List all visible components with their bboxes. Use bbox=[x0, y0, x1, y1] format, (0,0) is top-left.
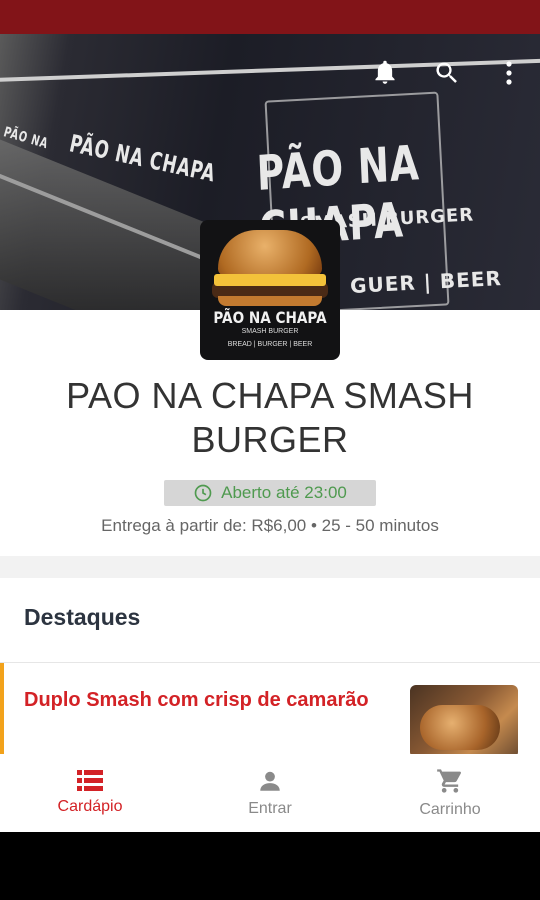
bottom-navigation: Cardápio Entrar Carrinho bbox=[0, 754, 540, 832]
logo-tagline: BREAD | BURGER | BEER bbox=[227, 341, 313, 348]
status-bar bbox=[0, 0, 540, 34]
product-card[interactable]: Duplo Smash com crisp de camarão bbox=[0, 663, 540, 763]
nav-cardapio[interactable]: Cardápio bbox=[0, 754, 180, 832]
open-status-text: Aberto até 23:00 bbox=[221, 483, 347, 502]
highlights-title: Destaques bbox=[24, 604, 141, 630]
nav-entrar[interactable]: Entrar bbox=[180, 754, 360, 832]
delivery-info: Entrega à partir de: R$6,00 • 25 - 50 mi… bbox=[101, 516, 439, 535]
product-image bbox=[410, 685, 518, 758]
bell-icon[interactable] bbox=[370, 58, 400, 88]
menu-list-icon bbox=[77, 770, 103, 791]
app-screen: PÃO NA PÃO NA CHAPA PÃO NA CHAPA SMASH B… bbox=[0, 34, 540, 832]
nav-entrar-label: Entrar bbox=[248, 800, 292, 817]
system-bottom-area bbox=[0, 832, 540, 900]
logo-title: PÃO NA CHAPA bbox=[213, 308, 327, 327]
store-logo: PÃO NA CHAPA SMASH BURGER BREAD | BURGER… bbox=[200, 220, 340, 360]
cart-icon bbox=[437, 769, 462, 793]
clock-icon bbox=[194, 484, 212, 502]
more-vert-icon[interactable] bbox=[494, 58, 524, 88]
open-status-badge: Aberto até 23:00 bbox=[164, 480, 376, 506]
nav-carrinho[interactable]: Carrinho bbox=[360, 754, 540, 832]
nav-carrinho-label: Carrinho bbox=[419, 801, 481, 818]
toolbar-actions bbox=[370, 58, 524, 88]
store-name: PAO NA CHAPA SMASH BURGER bbox=[66, 375, 474, 460]
person-icon bbox=[260, 771, 280, 791]
logo-subtitle: SMASH BURGER bbox=[241, 328, 299, 335]
search-icon[interactable] bbox=[432, 58, 462, 88]
product-name: Duplo Smash com crisp de camarão bbox=[24, 689, 369, 711]
nav-cardapio-label: Cardápio bbox=[57, 798, 123, 815]
product-accent-bar bbox=[0, 663, 4, 758]
